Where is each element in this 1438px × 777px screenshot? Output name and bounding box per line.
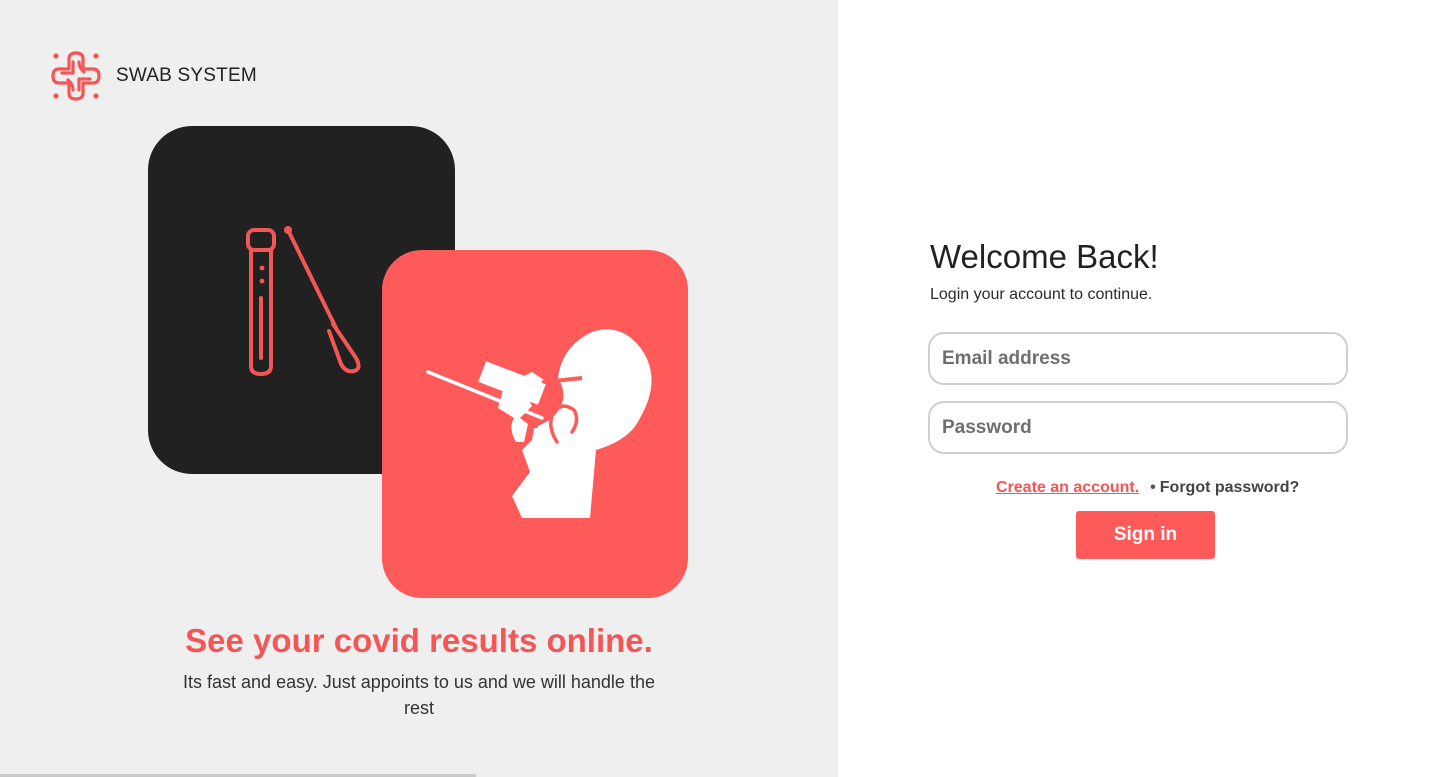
forgot-password-link[interactable]: Forgot password? <box>1160 479 1300 497</box>
medical-cross-icon <box>51 51 101 101</box>
welcome-title: Welcome Back! <box>930 238 1159 275</box>
left-panel: SWAB SYSTEM See your covid results onlin… <box>0 0 838 777</box>
headline: See your covid results online. <box>185 622 653 659</box>
password-field[interactable] <box>928 401 1348 454</box>
welcome-subtitle: Login your account to continue. <box>930 286 1153 303</box>
right-panel: Welcome Back! Login your account to cont… <box>838 0 1438 777</box>
tagline: Its fast and easy. Just appoints to us a… <box>183 672 655 718</box>
sign-in-button[interactable]: Sign in <box>1076 511 1215 559</box>
account-links: Create an account. • Forgot password? <box>996 479 1299 497</box>
brand[interactable]: SWAB SYSTEM <box>48 48 257 104</box>
nasal-swab-test-icon <box>426 329 652 518</box>
brand-name: SWAB SYSTEM <box>116 65 257 86</box>
swab-test-card <box>382 250 688 598</box>
email-field[interactable] <box>928 332 1348 385</box>
create-account-link[interactable]: Create an account. <box>996 479 1139 497</box>
link-separator: • <box>1150 479 1156 496</box>
